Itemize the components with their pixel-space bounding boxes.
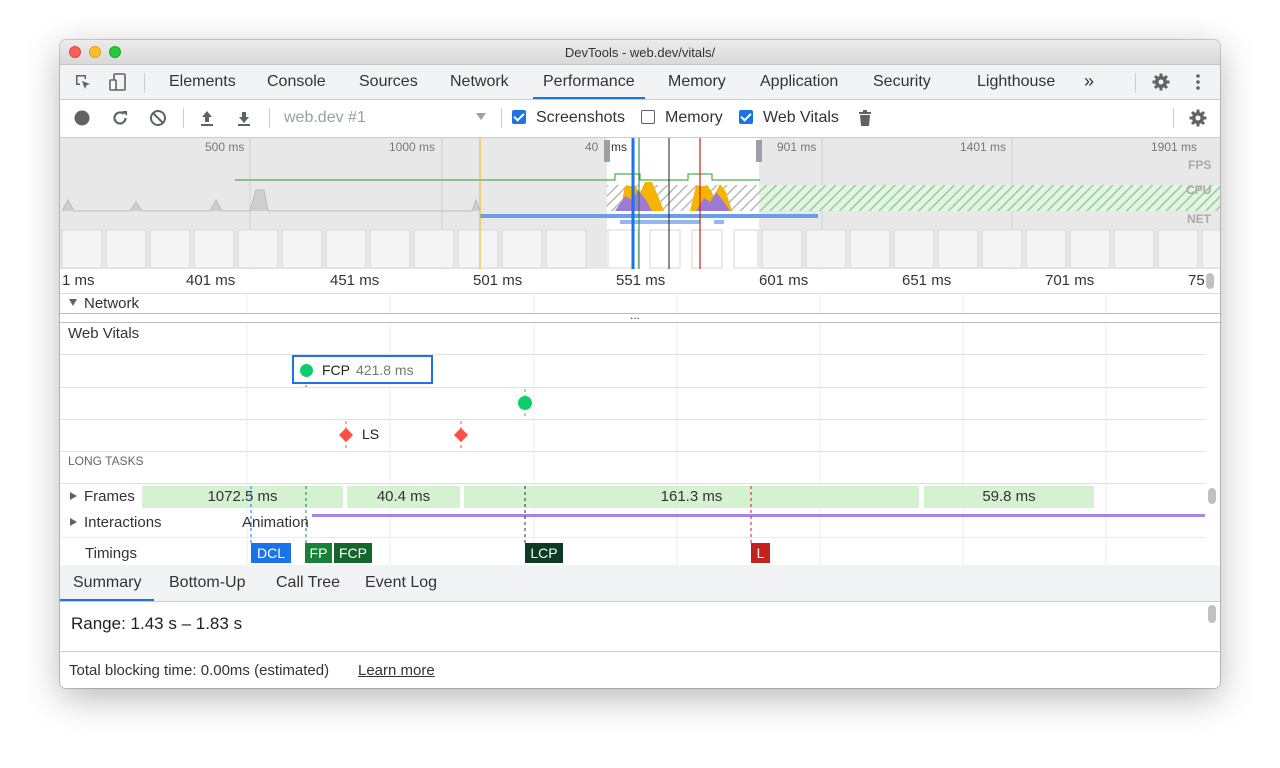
layout-shift-marker[interactable] [453,427,469,443]
ruler-label: 75 [1188,272,1205,289]
ruler-label: 401 ms [186,272,236,289]
ruler-label: 551 ms [616,272,666,289]
summary-range: Range: 1.43 s – 1.83 s [71,614,243,633]
web-vitals-title: Web Vitals [68,325,140,342]
ls-label: LS [362,426,380,442]
memory-label: Memory [665,109,723,126]
settings-gear-icon[interactable] [1150,72,1172,96]
dcl-marker[interactable]: DCL [251,543,291,563]
timeline-overview[interactable]: 500 ms 1000 ms 40 ms 901 ms 1401 ms 1901… [60,138,1220,269]
more-tabs-button[interactable]: » [1084,65,1094,99]
toolbar-divider [1173,108,1174,128]
timeline-ruler: 1 ms 401 ms 451 ms 501 ms 551 ms 601 ms … [60,269,1220,294]
screenshots-label: Screenshots [536,109,625,126]
tab-elements[interactable]: Elements [169,65,236,99]
reload-record-icon[interactable] [110,108,130,132]
ruler-label: 501 ms [473,272,523,289]
devtools-window: DevTools - web.dev/vitals/ Elements Cons… [60,40,1220,688]
ruler-label: 451 ms [330,272,380,289]
capture-settings-gear-icon[interactable] [1187,108,1209,132]
fcp-value: 421.8 ms [356,362,414,378]
title-bar: DevTools - web.dev/vitals/ [60,40,1220,65]
summary-scrollbar[interactable] [1208,605,1216,623]
net-lane-label: NET [1187,212,1211,226]
ruler-label: 601 ms [759,272,809,289]
fps-lane-label: FPS [1188,158,1212,172]
overview-time-label: 1401 ms [960,140,1007,154]
tab-performance[interactable]: Performance [533,65,645,99]
web-vitals-checkbox[interactable] [739,110,753,124]
overview-time-label: 901 ms [777,140,817,154]
tab-call-tree[interactable]: Call Tree [276,565,340,601]
tab-bottom-up[interactable]: Bottom-Up [169,565,245,601]
total-blocking-time: Total blocking time: 0.00ms (estimated) [69,662,330,679]
footer-bar: Total blocking time: 0.00ms (estimated) … [60,651,1220,688]
long-tasks-label: LONG TASKS [68,454,144,468]
more-options-icon[interactable] [1188,72,1208,96]
window-title: DevTools - web.dev/vitals/ [564,45,716,60]
profile-select[interactable]: web.dev #1 [284,109,366,127]
tab-lighthouse[interactable]: Lighthouse [977,65,1055,99]
lcp-marker[interactable] [518,396,532,410]
fcp-marker-tooltip[interactable]: FCP 421.8 ms [292,355,433,384]
toolbar-divider [269,108,270,128]
overview-time-label: 500 ms [205,140,245,154]
tab-network[interactable]: Network [450,65,509,99]
fcp-label: FCP [322,362,350,378]
web-vitals-header: Web Vitals [60,323,1206,355]
overview-graphs [61,138,1220,269]
tab-summary[interactable]: Summary [60,565,155,601]
chevron-down-icon [476,113,486,120]
tracks-scrollbar[interactable] [1208,488,1216,504]
web-vitals-label: Web Vitals [763,109,839,126]
long-tasks-row: LONG TASKS [60,452,1206,484]
timings-label: Timings [85,545,137,562]
memory-checkbox[interactable] [641,110,655,124]
main-tab-bar: Elements Console Sources Network Perform… [60,65,1220,100]
fp-marker[interactable]: FP [305,543,332,563]
record-button[interactable] [72,108,92,132]
trash-icon[interactable] [855,108,875,132]
screenshots-checkbox[interactable] [512,110,526,124]
load-marker[interactable]: L [751,543,770,563]
device-toolbar-icon[interactable] [107,72,129,96]
overview-time-label: 40 [585,140,599,154]
learn-more-link[interactable]: Learn more [358,662,435,679]
upload-icon[interactable] [197,108,217,132]
cpu-lane-label: CPU [1186,183,1212,197]
ruler-label: 701 ms [1045,272,1095,289]
resize-ellipsis: ... [630,308,641,322]
ruler-label: 651 ms [902,272,952,289]
tab-event-log[interactable]: Event Log [365,565,437,601]
details-tab-bar: Summary Bottom-Up Call Tree Event Log [60,565,1220,602]
overview-time-label: ms [611,140,627,154]
toolbar-divider [144,73,145,93]
download-icon[interactable] [234,108,254,132]
layout-shift-marker[interactable] [338,427,354,443]
inspect-element-icon[interactable] [72,72,94,96]
tab-security[interactable]: Security [873,65,931,99]
performance-toolbar: web.dev #1 Screenshots Memory Web Vitals [60,100,1220,138]
clear-icon[interactable] [148,108,168,132]
tab-application[interactable]: Application [760,65,838,99]
fcp-marker[interactable]: FCP [334,543,372,563]
tab-console[interactable]: Console [267,65,326,99]
toolbar-divider [501,108,502,128]
toolbar-divider [1135,73,1136,93]
overview-time-label: 1901 ms [1151,140,1198,154]
tab-sources[interactable]: Sources [359,65,418,99]
network-track-label: Network [84,295,140,312]
summary-panel: Range: 1.43 s – 1.83 s [60,602,1206,650]
track-resize-handle[interactable]: ... [60,308,1220,323]
lcp-marker[interactable]: LCP [525,543,563,563]
ruler-scrollbar[interactable] [1206,273,1214,289]
tab-memory[interactable]: Memory [668,65,726,99]
collapse-triangle-icon[interactable] [69,299,77,306]
timing-marker-lines [250,486,752,544]
fcp-good-dot [300,364,313,377]
overview-time-label: 1000 ms [389,140,436,154]
ruler-label: 1 ms [62,272,95,289]
toolbar-divider [183,108,184,128]
